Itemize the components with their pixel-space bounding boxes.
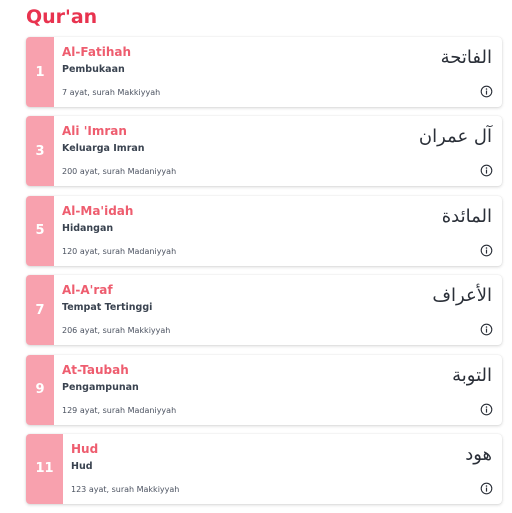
surah-number: 11	[26, 433, 63, 504]
surah-translation: Tempat Tertinggi	[62, 302, 153, 314]
surah-card[interactable]: 11 Hud Hud 123 ayat, surah Makkiyyah هود	[26, 433, 502, 504]
surah-name-latin: Hud	[71, 441, 99, 456]
surah-name-arabic: المائدة	[441, 205, 492, 227]
surah-name-latin: Al-A'raf	[62, 283, 113, 298]
surah-number: 3	[26, 116, 54, 187]
page-title: Qur'an	[26, 6, 98, 28]
surah-info: 200 ayat, surah Madaniyyah	[62, 167, 177, 177]
surah-name-latin: Al-Ma'idah	[62, 203, 134, 218]
info-circle-icon[interactable]	[480, 85, 493, 98]
surah-translation: Keluarga Imran	[62, 143, 145, 155]
surah-name-arabic: آل عمران	[418, 126, 492, 148]
surah-card[interactable]: 1 Al-Fatihah Pembukaan 7 ayat, surah Mak…	[26, 37, 502, 107]
surah-name-latin: At-Taubah	[62, 362, 129, 377]
surah-number: 7	[26, 275, 54, 346]
surah-info: 129 ayat, surah Madaniyyah	[62, 405, 177, 415]
surah-info: 123 ayat, surah Makkiyyah	[71, 484, 180, 494]
surah-number: 5	[26, 195, 54, 266]
surah-name-arabic: الفاتحة	[440, 47, 492, 68]
surah-card[interactable]: 5 Al-Ma'idah Hidangan 120 ayat, surah Ma…	[26, 195, 502, 266]
surah-list: 1 Al-Fatihah Pembukaan 7 ayat, surah Mak…	[26, 37, 502, 513]
surah-translation: Hud	[71, 460, 93, 472]
info-circle-icon[interactable]	[480, 482, 493, 495]
surah-name-arabic: التوبة	[452, 364, 492, 386]
info-circle-icon[interactable]	[480, 244, 493, 257]
surah-card[interactable]: 7 Al-A'raf Tempat Tertinggi 206 ayat, su…	[26, 275, 502, 346]
surah-card[interactable]: 9 At-Taubah Pengampunan 129 ayat, surah …	[26, 354, 502, 425]
surah-translation: Hidangan	[62, 222, 114, 234]
surah-info: 7 ayat, surah Makkiyyah	[62, 88, 161, 97]
info-circle-icon[interactable]	[480, 323, 493, 336]
surah-info: 120 ayat, surah Madaniyyah	[62, 246, 177, 256]
surah-name-arabic: الأعراف	[432, 285, 492, 307]
surah-name-latin: Ali 'Imran	[62, 124, 127, 139]
surah-translation: Pengampunan	[62, 381, 139, 393]
surah-translation: Pembukaan	[62, 64, 125, 75]
info-circle-icon[interactable]	[480, 403, 493, 416]
surah-name-latin: Al-Fatihah	[62, 45, 132, 59]
surah-info: 206 ayat, surah Makkiyyah	[62, 326, 171, 336]
surah-name-arabic: هود	[465, 443, 492, 465]
surah-number: 9	[26, 354, 54, 425]
info-circle-icon[interactable]	[480, 164, 493, 177]
surah-number: 1	[26, 37, 54, 107]
surah-card[interactable]: 3 Ali 'Imran Keluarga Imran 200 ayat, su…	[26, 116, 502, 187]
